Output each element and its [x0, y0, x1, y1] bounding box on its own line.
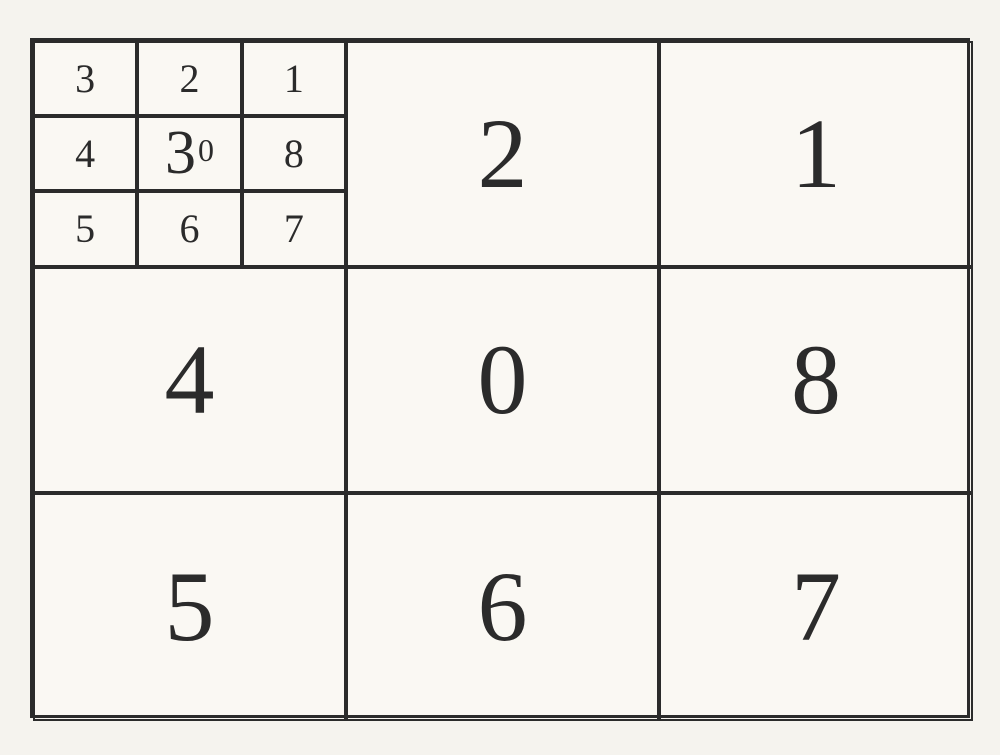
big-cell-value: 8: [791, 322, 841, 437]
small-cell-value: 6: [179, 205, 199, 252]
diagram-frame: 2 1 4 0 8 5 6 7 3 2 1 4 3: [30, 38, 970, 718]
big-cell-value: 2: [478, 96, 528, 211]
small-cell-0-0: 3: [33, 41, 137, 116]
small-cell-1-0: 4: [33, 116, 137, 191]
small-cell-value: 8: [284, 130, 304, 177]
small-cell-value: 5: [75, 205, 95, 252]
big-cell-1-0: 4: [33, 267, 346, 493]
big-cell-0-1: 2: [346, 41, 659, 267]
small-cell-value: 3: [75, 55, 95, 102]
small-cell-0-2: 1: [242, 41, 346, 116]
big-cell-2-1: 6: [346, 493, 659, 721]
small-cell-2-2: 7: [242, 191, 346, 266]
small-cell-value: 7: [284, 205, 304, 252]
center-big-value: 3: [165, 122, 196, 184]
big-cell-value: 0: [478, 322, 528, 437]
center-superscript: 0: [198, 132, 214, 169]
small-cell-0-1: 2: [137, 41, 241, 116]
small-cell-1-2: 8: [242, 116, 346, 191]
big-cell-value: 1: [791, 96, 841, 211]
big-cell-2-0: 5: [33, 493, 346, 721]
inner-grid: 3 2 1 4 3 0 8 5 6 7: [33, 41, 346, 267]
small-cell-value: 1: [284, 55, 304, 102]
small-cell-1-1-center: 3 0: [137, 116, 241, 191]
big-cell-value: 7: [791, 549, 841, 664]
small-cell-value: 4: [75, 130, 95, 177]
big-cell-value: 4: [165, 322, 215, 437]
big-cell-0-2: 1: [659, 41, 973, 267]
small-cell-2-1: 6: [137, 191, 241, 266]
big-cell-value: 5: [165, 549, 215, 664]
big-cell-1-2: 8: [659, 267, 973, 493]
small-cell-value: 2: [179, 55, 199, 102]
big-cell-2-2: 7: [659, 493, 973, 721]
big-cell-value: 6: [478, 549, 528, 664]
center-value-wrap: 3 0: [165, 122, 214, 184]
big-cell-1-1: 0: [346, 267, 659, 493]
small-cell-2-0: 5: [33, 191, 137, 266]
